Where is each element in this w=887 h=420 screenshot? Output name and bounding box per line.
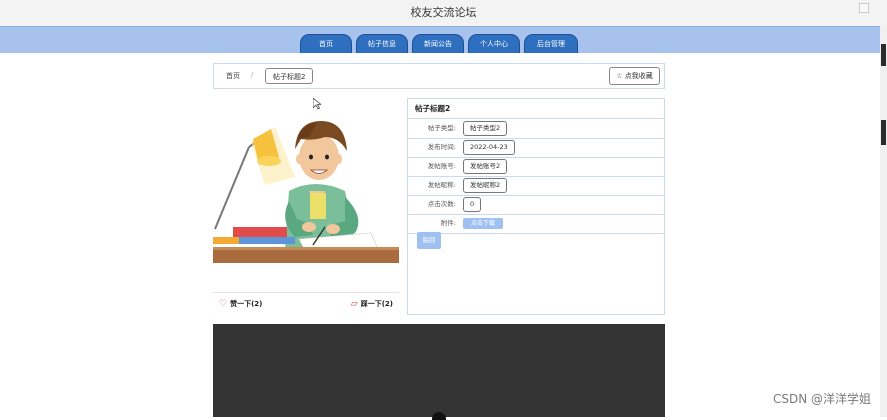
field-label: 发帖账号: (427, 162, 456, 170)
field-row-account: 发帖账号: 发帖账号2 (408, 157, 664, 177)
field-value: 0 (463, 197, 482, 212)
watermark: CSDN @洋洋学姐 (772, 392, 871, 406)
like-button[interactable]: ♡ 赞一下(2) (219, 299, 262, 309)
scrollbar[interactable] (880, 26, 887, 417)
field-label: 点击次数: (427, 200, 456, 208)
breadcrumb-separator: / (251, 71, 254, 79)
tab-home[interactable]: 首页 (300, 34, 352, 53)
field-row-clicks: 点击次数: 0 (408, 195, 664, 215)
tab-profile[interactable]: 个人中心 (468, 34, 520, 53)
student-illustration (213, 121, 399, 263)
window-icon[interactable] (859, 3, 869, 13)
tab-news[interactable]: 新闻公告 (412, 34, 464, 53)
field-label: 发帖昵称: (427, 181, 456, 189)
video-player[interactable] (213, 324, 665, 420)
tab-posts[interactable]: 帖子信息 (356, 34, 408, 53)
field-label: 帖子类型: (427, 124, 456, 132)
site-title: 校友交流论坛 (410, 6, 477, 19)
dislike-label: 踩一下(2) (360, 300, 393, 308)
favorite-button[interactable]: ☆ 点我收藏 (609, 67, 660, 85)
field-row-type: 帖子类型: 帖子类型2 (408, 119, 664, 139)
field-row-time: 发布时间: 2022-04-23 (408, 138, 664, 158)
title-bar: 校友交流论坛 (0, 0, 887, 26)
reply-button[interactable]: 贴回 (417, 232, 441, 249)
scrollbar-thumb[interactable] (881, 44, 886, 66)
breadcrumb-home[interactable]: 首页 (226, 71, 240, 81)
thumbs-down-icon: ▱ (350, 299, 358, 309)
field-label: 附件: (440, 219, 456, 227)
mouse-cursor-icon (313, 98, 321, 110)
post-detail-panel: 帖子标题2 帖子类型: 帖子类型2 发布时间: 2022-04-23 发帖账号:… (407, 98, 665, 315)
field-value: 2022-04-23 (463, 140, 515, 155)
thumbs-up-icon: ♡ (219, 299, 228, 309)
post-image (213, 99, 399, 315)
breadcrumb: 首页 / 帖子标题2 ☆ 点我收藏 (213, 63, 665, 89)
field-value: 发帖账号2 (463, 159, 508, 174)
vote-bar: ♡ 赞一下(2) ▱ 踩一下(2) (213, 292, 399, 316)
tab-admin[interactable]: 后台管理 (524, 34, 578, 53)
play-button-icon[interactable] (432, 412, 446, 420)
field-value: 发帖昵称2 (463, 178, 508, 193)
post-title: 帖子标题2 (408, 99, 664, 119)
field-value: 帖子类型2 (463, 121, 508, 136)
like-label: 赞一下(2) (230, 300, 263, 308)
field-label: 发布时间: (427, 143, 456, 151)
dislike-button[interactable]: ▱ 踩一下(2) (351, 299, 393, 309)
field-row-nickname: 发帖昵称: 发帖昵称2 (408, 176, 664, 196)
scrollbar-marker (881, 120, 886, 145)
download-button[interactable]: 点击下载 (463, 218, 503, 229)
field-row-attachment: 附件: 点击下载 (408, 214, 664, 234)
main-nav: 首页 帖子信息 新闻公告 个人中心 后台管理 (0, 26, 880, 53)
breadcrumb-current: 帖子标题2 (265, 68, 314, 84)
